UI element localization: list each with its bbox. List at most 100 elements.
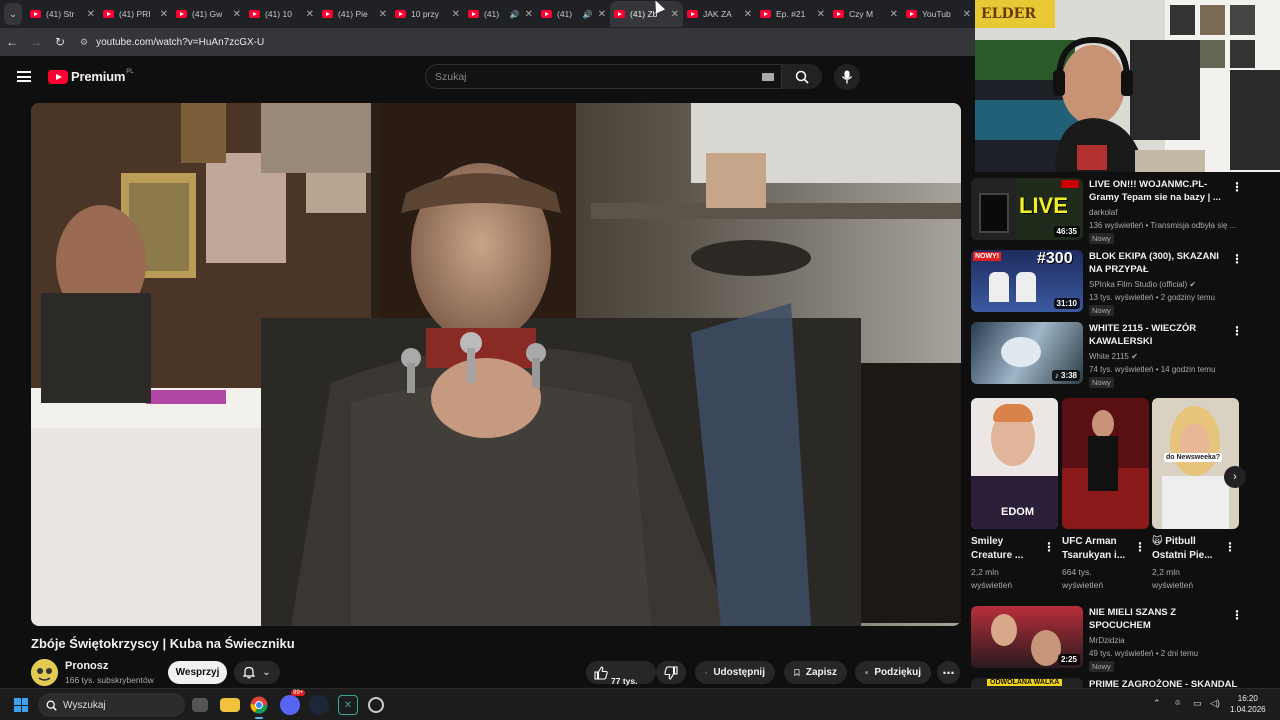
- taskbar-search[interactable]: Wyszukaj: [38, 693, 185, 717]
- file-explorer-icon[interactable]: [220, 698, 240, 712]
- close-tab-icon[interactable]: ✕: [233, 9, 241, 20]
- keyboard-icon[interactable]: [762, 73, 774, 81]
- menu-icon[interactable]: [17, 71, 31, 82]
- browser-tab[interactable]: (41) 🔊 ✕: [537, 1, 610, 27]
- channel-avatar[interactable]: [31, 659, 58, 686]
- site-info-icon[interactable]: ⚙: [80, 37, 88, 48]
- chrome-icon[interactable]: [249, 695, 269, 719]
- bell-icon: [243, 666, 256, 679]
- more-vert-icon[interactable]: ⋮: [1231, 324, 1243, 338]
- related-video[interactable]: 2:25 NIE MIELI SZANS Z SPOCUCHEM MrDzidz…: [971, 600, 1280, 672]
- support-button[interactable]: Wesprzyj: [168, 661, 227, 684]
- app-icon[interactable]: ✕: [338, 695, 358, 715]
- chevron-up-icon[interactable]: ⌃: [1153, 698, 1161, 709]
- short-thumbnail[interactable]: EDOM: [971, 398, 1058, 529]
- video-channel-name: SPInka Film Studio (official): [1089, 280, 1188, 289]
- share-button[interactable]: Udostępnij: [695, 661, 775, 684]
- forward-button[interactable]: →: [24, 35, 48, 49]
- video-duration: 46:35: [1053, 226, 1080, 237]
- chevron-down-icon: ⌄: [262, 667, 271, 678]
- close-tab-icon[interactable]: ✕: [160, 9, 168, 20]
- channel-name[interactable]: Pronosz: [65, 660, 108, 672]
- close-tab-icon[interactable]: ✕: [87, 9, 95, 20]
- more-vert-icon[interactable]: ⋮: [1224, 540, 1236, 554]
- new-badge: Nowy: [1089, 233, 1114, 244]
- microphone-icon: [841, 70, 853, 84]
- browser-tab[interactable]: (41) PRI ✕: [99, 1, 172, 27]
- short-thumbnail[interactable]: [1062, 398, 1149, 529]
- reload-button[interactable]: ↻: [48, 35, 72, 49]
- browser-tab[interactable]: 10 przy ✕: [391, 1, 464, 27]
- network-icon[interactable]: ▭: [1193, 698, 1202, 709]
- obs-icon[interactable]: [368, 697, 384, 713]
- webcam-overlay: ELDER: [975, 0, 1280, 172]
- shorts-shelf: EDOM do Newsweeka? › Smiley Creature ...…: [971, 398, 1280, 598]
- close-tab-icon[interactable]: ✕: [452, 9, 460, 20]
- browser-tab[interactable]: (41) Zb ✕: [610, 1, 683, 27]
- browser-tab[interactable]: Czy M ✕: [829, 1, 902, 27]
- related-video[interactable]: ODWOŁANA WALKA PRIME ZAGROŻONE - SKANDAL: [971, 672, 1280, 688]
- close-tab-icon[interactable]: ✕: [744, 9, 752, 20]
- more-vert-icon[interactable]: ⋮: [1231, 252, 1243, 266]
- close-tab-icon[interactable]: ✕: [963, 9, 971, 20]
- search-input[interactable]: Szukaj: [425, 64, 782, 89]
- voice-search-button[interactable]: [834, 64, 860, 90]
- related-video[interactable]: LIVE 46:35 LIVE ON!!! WOJANMC.PL- Gramy …: [971, 172, 1280, 244]
- like-button[interactable]: 77 tys.: [586, 661, 656, 686]
- discord-icon[interactable]: 99+: [280, 690, 306, 715]
- thumbs-up-icon: [594, 665, 608, 680]
- short-thumbnail[interactable]: do Newsweeka?: [1152, 398, 1239, 529]
- video-thumbnail[interactable]: ODWOŁANA WALKA: [971, 678, 1083, 688]
- save-button[interactable]: Zapisz: [784, 661, 847, 684]
- more-actions-button[interactable]: ⋯: [937, 661, 960, 684]
- tab-search-button[interactable]: ⌄: [4, 3, 22, 25]
- browser-tab[interactable]: Ep. #21 ✕: [756, 1, 829, 27]
- chrome-logo: [250, 696, 268, 714]
- steam-icon[interactable]: [309, 695, 329, 715]
- related-video[interactable]: NOWY! #300 31:10 BLOK EKIPA (300), SKAZA…: [971, 244, 1280, 316]
- more-vert-icon[interactable]: ⋮: [1134, 540, 1146, 554]
- browser-tab[interactable]: (41) Gw ✕: [172, 1, 245, 27]
- video-thumbnail[interactable]: NOWY! #300 31:10: [971, 250, 1083, 312]
- video-title: WHITE 2115 - WIECZÓR KAWALERSKI: [1089, 323, 1197, 347]
- video-thumbnail[interactable]: LIVE 46:35: [971, 178, 1083, 240]
- task-view-icon[interactable]: [192, 698, 208, 712]
- windows-start-icon[interactable]: [14, 698, 28, 712]
- thanks-button[interactable]: $ Podziękuj: [855, 661, 931, 684]
- video-player[interactable]: [31, 103, 961, 626]
- short-views-unit: wyświetleń: [1062, 580, 1104, 590]
- browser-tab[interactable]: (41) 🔊 ✕: [464, 1, 537, 27]
- dislike-button[interactable]: [656, 661, 686, 684]
- close-tab-icon[interactable]: ✕: [306, 9, 314, 20]
- url-field[interactable]: ⚙ youtube.com/watch?v=HuAn7zcGX-U: [80, 37, 264, 48]
- browser-tab[interactable]: YouTub ✕: [902, 1, 975, 27]
- video-meta: 49 tys. wyświetleń • 2 dni temu: [1089, 649, 1199, 658]
- browser-tab[interactable]: JAK ZA ✕: [683, 1, 756, 27]
- close-tab-icon[interactable]: ✕: [598, 9, 606, 20]
- video-thumbnail[interactable]: ♪ 3:38: [971, 322, 1083, 384]
- shorts-next-button[interactable]: ›: [1224, 466, 1246, 488]
- more-vert-icon[interactable]: ⋮: [1231, 608, 1243, 622]
- browser-tab[interactable]: (41) Pie ✕: [318, 1, 391, 27]
- system-clock[interactable]: 16:20 1.04.2026: [1230, 693, 1266, 715]
- speaker-icon[interactable]: 🔊: [510, 10, 520, 19]
- notifications-button[interactable]: ⌄: [234, 661, 280, 684]
- webcam-feed: [975, 0, 1280, 172]
- speaker-icon[interactable]: 🔊: [583, 10, 593, 19]
- close-tab-icon[interactable]: ✕: [890, 9, 898, 20]
- close-tab-icon[interactable]: ✕: [671, 9, 679, 20]
- more-vert-icon[interactable]: ⋮: [1043, 540, 1055, 554]
- video-thumbnail[interactable]: 2:25: [971, 606, 1083, 668]
- close-tab-icon[interactable]: ✕: [817, 9, 825, 20]
- volume-icon[interactable]: ◁): [1210, 698, 1220, 709]
- browser-tab[interactable]: (41) 10 ✕: [245, 1, 318, 27]
- more-vert-icon[interactable]: ⋮: [1231, 180, 1243, 194]
- video-channel: SPInka Film Studio (official) ✔: [1089, 280, 1196, 289]
- related-video[interactable]: ♪ 3:38 WHITE 2115 - WIECZÓR KAWALERSKI W…: [971, 316, 1280, 388]
- close-tab-icon[interactable]: ✕: [379, 9, 387, 20]
- close-tab-icon[interactable]: ✕: [525, 9, 533, 20]
- back-button[interactable]: ←: [0, 35, 24, 49]
- browser-tab[interactable]: (41) Str ✕: [26, 1, 99, 27]
- youtube-premium-logo[interactable]: Premium PL: [48, 69, 134, 84]
- search-button[interactable]: [782, 64, 822, 89]
